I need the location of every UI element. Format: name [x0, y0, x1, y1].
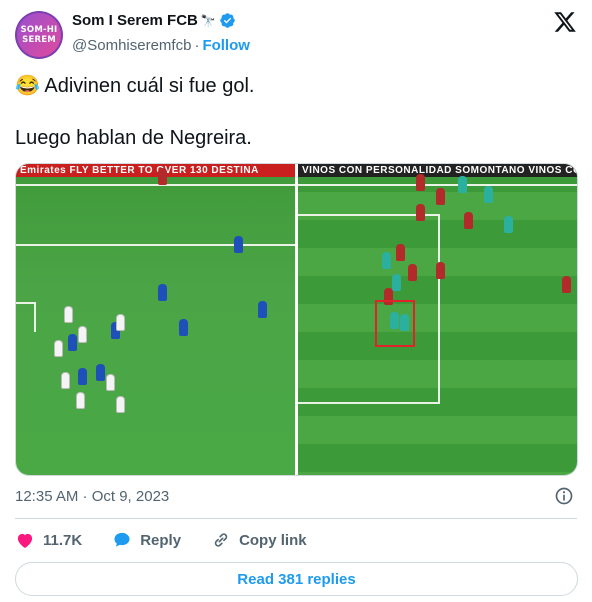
like-count: 11.7K [43, 531, 83, 549]
tweet-timestamp[interactable]: 12:35 AM · Oct 9, 2023 [15, 488, 169, 505]
action-bar: 11.7K Reply Copy link [15, 530, 337, 550]
reply-label: Reply [140, 531, 182, 549]
separator-dot: · [194, 37, 200, 54]
verified-badge-icon [220, 13, 235, 28]
author-name-row: Som I Serem FCB 🔭 [72, 12, 236, 29]
info-icon[interactable] [554, 486, 574, 506]
laughing-emoji-icon: 😂 [15, 75, 40, 97]
copy-link-label: Copy link [239, 531, 307, 549]
tweet-line-1-text: Adivinen cuál si fue gol. [44, 75, 255, 97]
follow-button[interactable]: Follow [202, 37, 250, 54]
x-logo-icon[interactable] [553, 10, 577, 34]
tweet-media-image[interactable]: Emirates FLY BETTER TO OVER 130 DESTINA … [15, 163, 578, 476]
handle-row: @Somhiseremfcb · Follow [72, 37, 250, 54]
display-name[interactable]: Som I Serem FCB [72, 12, 198, 29]
right-ad-board: VINOS CON PERSONALIDAD SOMONTANO VINOS C… [298, 164, 577, 177]
reply-button[interactable]: Reply [112, 530, 181, 550]
tweet-text: 😂 Adivinen cuál si fue gol. Luego hablan… [15, 73, 575, 151]
tweet-line-1: 😂 Adivinen cuál si fue gol. [15, 73, 575, 99]
left-ad-board: Emirates FLY BETTER TO OVER 130 DESTINA [16, 164, 295, 177]
heart-icon [17, 533, 33, 548]
avatar[interactable]: SOM-HI SEREM [15, 11, 63, 59]
avatar-logo: SOM-HI SEREM [17, 13, 61, 57]
link-icon [214, 533, 228, 547]
avatar-text-2: SEREM [22, 35, 56, 45]
copy-link-button[interactable]: Copy link [211, 530, 307, 550]
offside-highlight-box [375, 300, 415, 347]
read-replies-button[interactable]: Read 381 replies [15, 562, 578, 596]
telescope-emoji-icon: 🔭 [200, 13, 216, 28]
divider [15, 518, 577, 519]
like-button[interactable]: 11.7K [15, 530, 82, 550]
speech-bubble-icon [114, 532, 130, 547]
left-frame: Emirates FLY BETTER TO OVER 130 DESTINA [16, 164, 295, 475]
right-frame: VINOS CON PERSONALIDAD SOMONTANO VINOS C… [298, 164, 577, 475]
handle[interactable]: @Somhiseremfcb [72, 37, 191, 54]
tweet-line-2: Luego hablan de Negreira. [15, 127, 252, 149]
avatar-text-1: SOM-HI [20, 25, 58, 35]
